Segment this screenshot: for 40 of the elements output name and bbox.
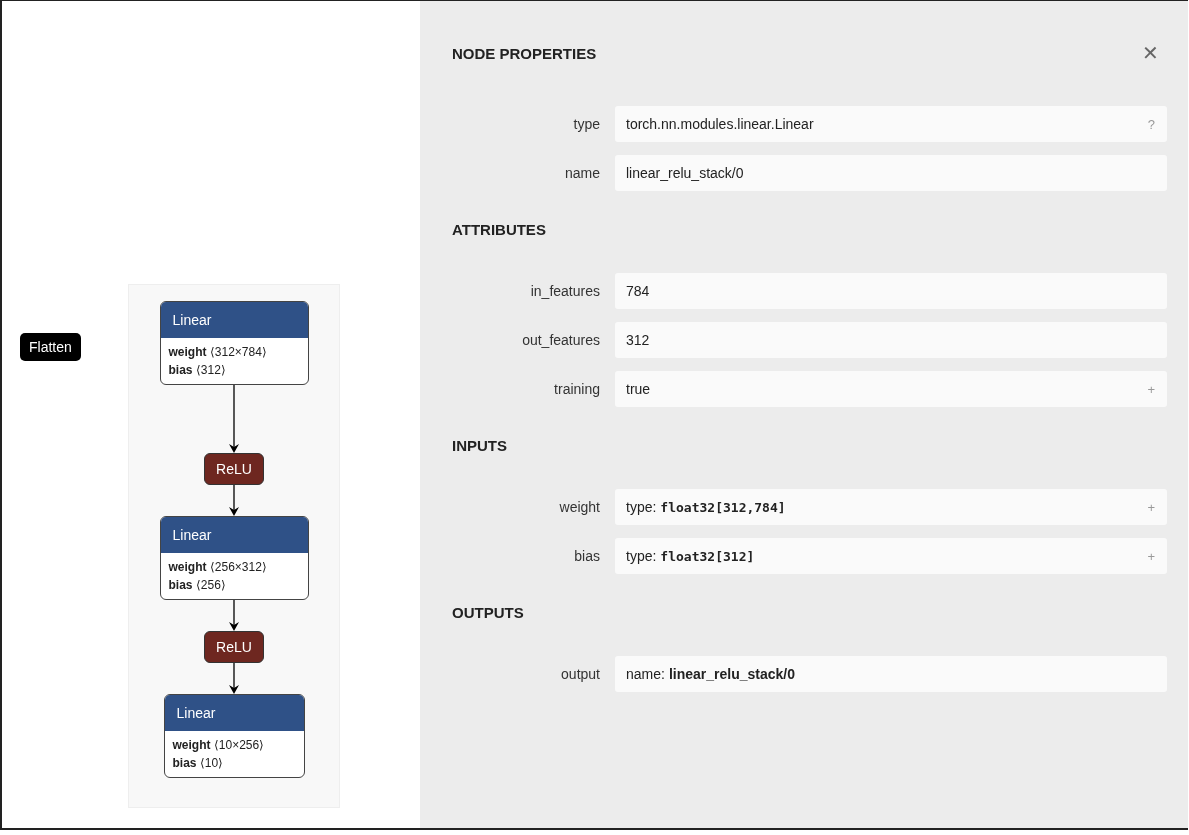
field-value: name: linear_relu_stack/0: [626, 666, 795, 682]
close-button[interactable]: ✕: [1134, 41, 1167, 65]
property-label: bias: [573, 548, 600, 564]
node-attribute: weight ⟨10×256⟩: [172, 737, 266, 754]
edge-arrow: [228, 385, 240, 453]
property-label: training: [553, 381, 600, 397]
edge-arrow: [228, 485, 240, 516]
property-label: out_features: [521, 332, 600, 348]
field-value: true: [626, 381, 651, 397]
node-attribute: bias ⟨10⟩: [172, 755, 225, 772]
edge-arrow: [228, 600, 240, 631]
node-attribute: bias ⟨312⟩: [168, 362, 227, 379]
field-value: type: float32[312,784]: [626, 499, 786, 515]
field-value: linear_relu_stack/0: [626, 165, 744, 181]
property-label: name: [563, 165, 600, 181]
section-heading: INPUTS: [452, 437, 508, 456]
property-label: output: [560, 666, 600, 682]
field-value: type: float32[312]: [626, 548, 755, 564]
node-title: Linear: [160, 302, 308, 338]
edge-arrow: [228, 663, 240, 694]
node-attribute: weight ⟨312×784⟩: [168, 344, 268, 361]
graph-node[interactable]: Linear weight ⟨10×256⟩ bias ⟨10⟩: [163, 694, 305, 778]
graph-node[interactable]: ReLU: [204, 453, 264, 485]
graph-node[interactable]: Linear weight ⟨312×784⟩ bias ⟨312⟩: [159, 301, 309, 385]
field-value: 312: [626, 332, 650, 348]
graph-node[interactable]: Linear weight ⟨256×312⟩ bias ⟨256⟩: [159, 516, 309, 600]
graph-node[interactable]: Flatten: [20, 333, 81, 361]
panel-title: NODE PROPERTIES: [452, 44, 597, 62]
section-heading: OUTPUTS: [452, 604, 525, 623]
property-label: in_features: [529, 283, 600, 299]
graph-node[interactable]: ReLU: [204, 631, 264, 663]
node-attribute: bias ⟨256⟩: [168, 577, 227, 594]
node-title: Linear: [160, 517, 308, 553]
field-value: torch.nn.modules.linear.Linear: [626, 116, 814, 132]
node-title: Linear: [164, 695, 304, 731]
field-value: 784: [626, 283, 650, 299]
node-attribute: weight ⟨256×312⟩: [168, 559, 268, 576]
property-label: type: [572, 116, 600, 132]
property-label: weight: [558, 499, 600, 515]
section-heading: ATTRIBUTES: [452, 221, 547, 240]
